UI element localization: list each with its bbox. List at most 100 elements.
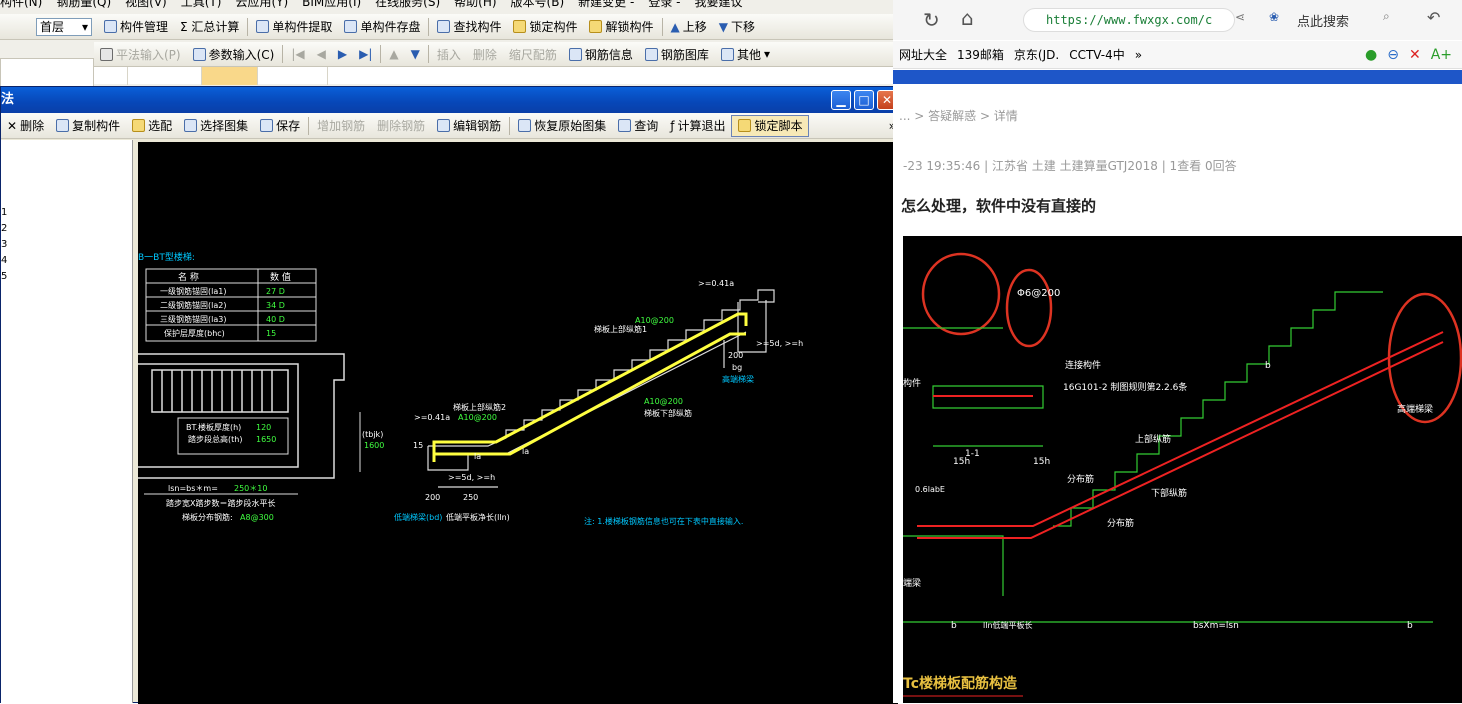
minimize-button[interactable]: ▁ — [831, 90, 851, 110]
home-icon[interactable]: ⌂ — [961, 6, 974, 30]
main-toolbar: 首层 ▾ 构件管理 Σ 汇总计算 单构件提取 单构件存盘 查找构件 锁定构件 解锁… — [0, 14, 893, 40]
extract-component-button[interactable]: 单构件提取 — [250, 18, 338, 35]
menu-item[interactable]: 云应用(Y) — [235, 0, 288, 9]
minus-icon[interactable]: ⊖ — [1387, 47, 1399, 63]
menu-item[interactable]: 工具(T) — [181, 0, 222, 9]
maximize-button[interactable]: □ — [854, 90, 874, 110]
delete-rebar-button[interactable]: 删除钢筋 — [371, 117, 431, 134]
add-rebar-button[interactable]: 增加钢筋 — [311, 117, 371, 134]
next-icon: ▶ — [337, 47, 348, 61]
query-button[interactable]: 查询 — [612, 117, 664, 134]
up-button[interactable]: ▲ — [383, 47, 404, 61]
search-box[interactable]: 点此搜索 — [1297, 11, 1349, 30]
menu-item[interactable]: 登录 - — [648, 0, 680, 9]
menu-item[interactable]: BIM应用(I) — [302, 0, 361, 9]
address-bar[interactable]: https://www.fwxgx.com/c — [1023, 8, 1235, 32]
question-attachment-image[interactable]: Φ6@200 连接构件 16G101-2 制图规则第2.2.6条 构件 1-1 … — [903, 236, 1462, 703]
insert-button[interactable]: 插入 — [431, 46, 467, 63]
move-up-button[interactable]: ▲ 上移 — [665, 18, 713, 35]
find-component-button[interactable]: 查找构件 — [431, 18, 507, 35]
rebar-info-button[interactable]: 钢筋信息 — [563, 46, 639, 63]
list-item[interactable]: 5 — [1, 271, 7, 283]
table-cell[interactable]: 34 D — [266, 301, 285, 310]
dist-value[interactable]: A8@300 — [240, 513, 274, 522]
paw-icon[interactable]: ❀ — [1269, 10, 1279, 24]
menu-item[interactable]: 新建变更 - — [578, 0, 634, 9]
list-item[interactable]: 4 — [1, 255, 7, 267]
menu-item[interactable]: 在线服务(S) — [375, 0, 440, 9]
binoculars-icon — [618, 119, 632, 132]
bt-value[interactable]: 120 — [256, 423, 271, 432]
copy-component-button[interactable]: 复制构件 — [50, 117, 126, 134]
translate-icon[interactable]: A+ — [1431, 47, 1452, 63]
tbjk-value[interactable]: 1600 — [364, 441, 384, 450]
down-button[interactable]: ▼ — [405, 47, 426, 61]
toolbar-separator — [509, 116, 511, 135]
unlock-component-button[interactable]: 解锁构件 — [583, 18, 659, 35]
component-manage-button[interactable]: 构件管理 — [98, 18, 174, 35]
floor-select[interactable]: 首层 ▾ — [36, 17, 92, 36]
lock-script-button[interactable]: 锁定脚本 — [731, 114, 810, 137]
list-item[interactable]: 2 — [1, 223, 7, 235]
menu-item[interactable]: 帮助(H) — [454, 0, 496, 9]
list-item[interactable]: 1 — [1, 207, 7, 219]
list-item[interactable]: 3 — [1, 239, 7, 251]
prev-record-button[interactable]: ◀ — [311, 47, 332, 61]
search-icon[interactable]: ⌕ — [1383, 9, 1390, 24]
save-button[interactable]: 保存 — [254, 117, 306, 134]
menu-item[interactable]: 钢筋量(Q) — [56, 0, 111, 9]
lock-component-button[interactable]: 锁定构件 — [507, 18, 583, 35]
toolbar-separator — [282, 45, 284, 63]
bookmark-overflow[interactable]: » — [1135, 48, 1142, 62]
step-value[interactable]: 1650 — [256, 435, 276, 444]
menu-item[interactable]: 我要建议 — [694, 0, 742, 9]
dim-b-3: b — [1407, 621, 1413, 631]
param-input-button[interactable]: 参数输入(C) — [187, 46, 281, 63]
move-down-button[interactable]: ▼ 下移 — [713, 18, 761, 35]
dialog-titlebar[interactable]: 法 ▁ □ ✕ — [1, 87, 902, 113]
grid-cell-selected[interactable] — [202, 67, 258, 85]
edit-rebar-button[interactable]: 编辑钢筋 — [431, 117, 507, 134]
first-record-button[interactable]: |◀ — [285, 47, 310, 61]
lsn-value[interactable]: 250＊10 — [234, 484, 267, 493]
bookmark-item[interactable]: 京东(JD. — [1014, 46, 1059, 63]
table-cell[interactable]: 27 D — [266, 287, 285, 296]
save-component-button[interactable]: 单构件存盘 — [338, 18, 426, 35]
menu-item[interactable]: 视图(V) — [125, 0, 167, 9]
menu-bar: 构件(N) 钢筋量(Q) 视图(V) 工具(T) 云应用(Y) BIM应用(I) 在线服务(… — [0, 0, 893, 10]
next-record-button[interactable]: ▶ — [332, 47, 353, 61]
scale-rebar-button[interactable]: 缩尺配筋 — [503, 46, 563, 63]
delete-button[interactable]: ✕ 删除 — [1, 117, 50, 134]
table-cell[interactable]: 40 D — [266, 315, 285, 324]
other-menu-button[interactable]: 其他 ▾ — [715, 46, 776, 63]
table-cell: 二级钢筋锚固(la2) — [160, 300, 226, 310]
calc-exit-button[interactable]: ƒ 计算退出 — [664, 117, 731, 134]
table-cell[interactable]: 15 — [266, 329, 276, 338]
lower-bar-spec[interactable]: A10@200 — [644, 397, 683, 406]
undo-icon[interactable]: ↶ — [1427, 8, 1440, 27]
extension-icon[interactable]: ● — [1365, 47, 1377, 63]
close-icon[interactable]: ✕ — [1409, 47, 1421, 63]
delete-row-button[interactable]: 删除 — [467, 46, 503, 63]
sum-calc-button[interactable]: Σ 汇总计算 — [174, 18, 245, 35]
bookmark-item[interactable]: 网址大全 — [899, 46, 947, 63]
share-icon[interactable]: ⋖ — [1235, 10, 1245, 24]
plan-input-button[interactable]: 平法输入(P) — [94, 46, 187, 63]
bookmark-item[interactable]: CCTV-4中 — [1069, 46, 1125, 63]
bookmark-item[interactable]: 139邮箱 — [957, 46, 1004, 63]
upper-bar1-spec[interactable]: A10@200 — [635, 316, 674, 325]
rebar-library-button[interactable]: 钢筋图库 — [639, 46, 715, 63]
select-atlas-button[interactable]: 选择图集 — [178, 117, 254, 134]
restore-atlas-button[interactable]: 恢复原始图集 — [512, 117, 612, 134]
refresh-icon[interactable]: ↻ — [923, 8, 940, 32]
breadcrumb[interactable]: ... > 答疑解惑 > 详情 — [899, 107, 1018, 124]
select-config-button[interactable]: 选配 — [126, 117, 178, 134]
last-record-button[interactable]: ▶| — [353, 47, 378, 61]
menu-item[interactable]: 版本号(B) — [511, 0, 565, 9]
bsxm-label: bsXm=lsn — [1193, 621, 1239, 631]
high-beam-label: 高端梯梁 — [722, 374, 754, 384]
button-label: 解锁构件 — [605, 20, 654, 34]
menu-item[interactable]: 构件(N) — [0, 0, 42, 9]
upper-bar2-spec[interactable]: A10@200 — [458, 413, 497, 422]
stair-drawing-canvas[interactable]: B一BT型楼梯: 名 称 数 值 一级钢筋锚固(la1) 27 D 二级钢筋锚固… — [138, 142, 898, 704]
